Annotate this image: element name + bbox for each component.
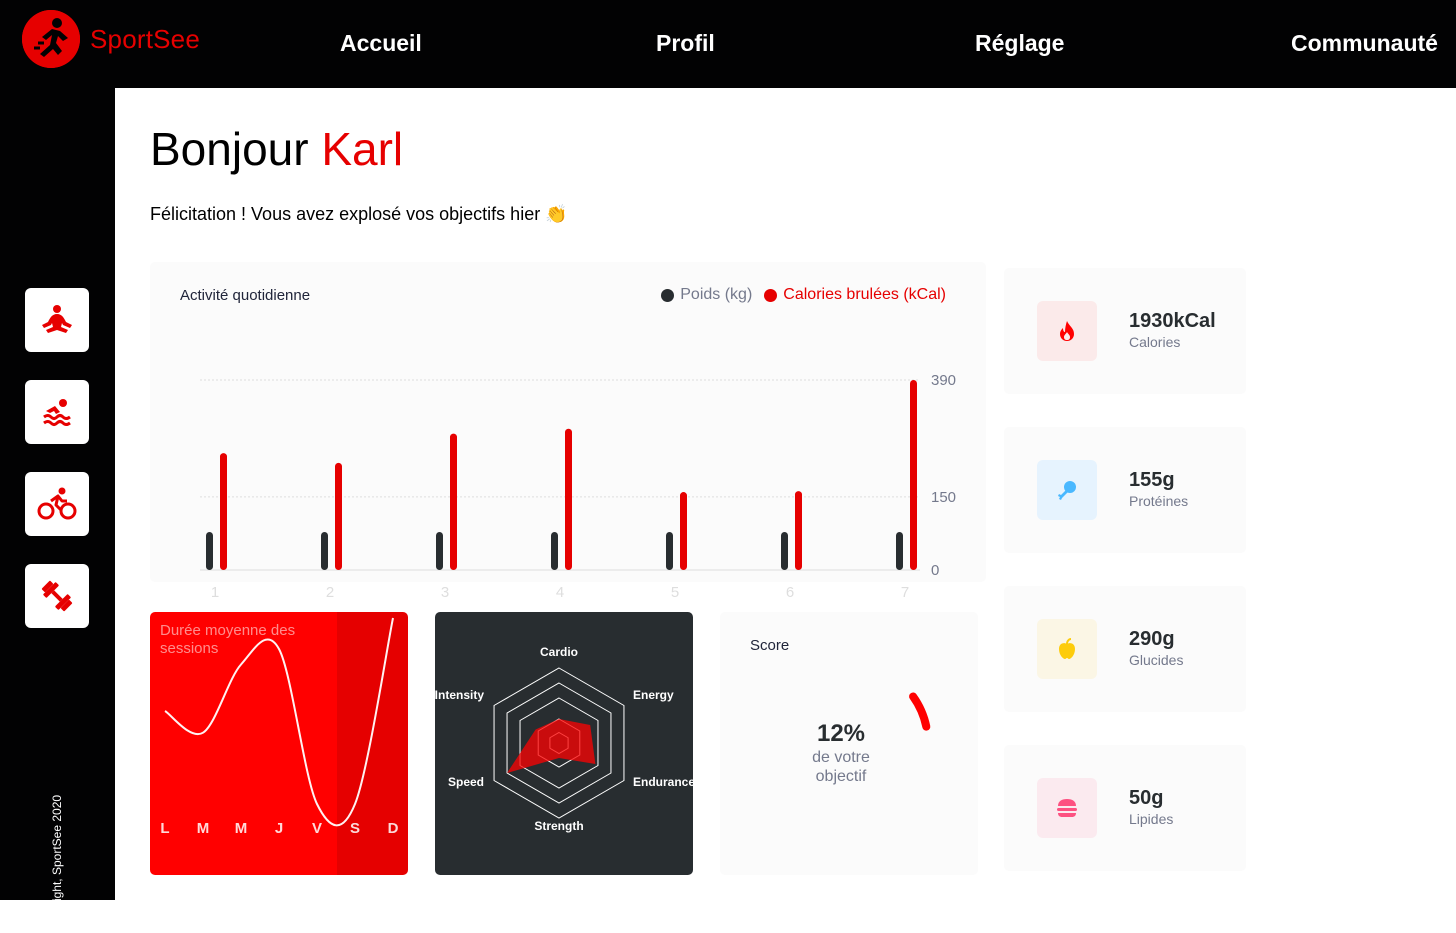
kpi-proteins-value: 155g [1129, 469, 1175, 491]
score-chart: Score 12% de votre objectif [720, 612, 978, 875]
yoga-icon [42, 305, 72, 333]
x-tick-label: 2 [326, 584, 334, 601]
kpi-calories-value: 1930kCal [1129, 310, 1216, 332]
radar-axis-label: Strength [534, 819, 583, 833]
brand-name: SportSee [90, 23, 201, 54]
day-label: J [275, 820, 283, 837]
calories-bar [910, 380, 917, 570]
dumbbell-button[interactable] [25, 564, 89, 628]
y-tick-label: 390 [931, 372, 956, 389]
calories-bar [565, 428, 572, 570]
day-label: S [350, 820, 360, 837]
score-value: 12% de votre objectif [719, 720, 977, 786]
kpi-lipids-label: Lipides [1129, 811, 1174, 827]
day-label: L [160, 820, 169, 837]
kpi-calories-label: Calories [1129, 334, 1181, 350]
radar-axis-label: Intensity [435, 688, 484, 702]
calories-bar [795, 491, 802, 570]
nav-profil[interactable]: Profil [656, 30, 715, 57]
kpi-carbs: 290g Glucides [1004, 586, 1246, 712]
activity-bars-svg: 0 150 390 1 2 3 4 5 6 7 [200, 372, 956, 601]
congrats-message: Félicitation ! Vous avez explosé vos obj… [150, 204, 568, 224]
y-tick-label: 0 [931, 562, 939, 579]
dumbbell-icon [41, 580, 73, 612]
y-tick-label: 150 [931, 489, 956, 506]
weight-bar [666, 532, 673, 570]
chicken-icon [1037, 460, 1097, 520]
calories-bar [450, 433, 457, 570]
kpi-lipids-value: 50g [1129, 787, 1164, 809]
kpi-proteins: 155g Protéines [1004, 427, 1246, 553]
average-sessions-chart: Durée moyenne des sessions LMMJVSD [150, 612, 408, 875]
radar-axis-label: Energy [633, 688, 674, 702]
weight-bar [896, 532, 903, 570]
copyright-text: Copyright, SportSee 2020 [50, 794, 64, 933]
user-first-name: Karl [321, 123, 404, 175]
day-label: V [312, 820, 322, 837]
x-tick-label: 3 [441, 584, 449, 601]
kpi-carbs-value: 290g [1129, 628, 1175, 650]
nav-communaute[interactable]: Communauté [1291, 30, 1438, 57]
radar-axis-label: Cardio [540, 645, 578, 659]
calories-bar [220, 453, 227, 570]
swimming-button[interactable] [25, 380, 89, 444]
calories-bar [335, 462, 342, 570]
calories-bar [680, 492, 687, 570]
swimming-icon [43, 399, 71, 426]
sportsee-logo[interactable]: SportSee [22, 10, 200, 68]
day-label: M [235, 820, 248, 837]
weight-bar [551, 532, 558, 570]
weight-bar [321, 532, 328, 570]
radar-axis-label: Speed [448, 775, 484, 789]
x-tick-label: 5 [671, 584, 679, 601]
day-label: M [197, 820, 210, 837]
x-tick-label: 7 [901, 584, 909, 601]
apple-icon [1037, 619, 1097, 679]
weight-bar [206, 532, 213, 570]
greeting-hello: Bonjour [150, 123, 309, 175]
cycling-icon [37, 487, 77, 520]
score-percent: 12% [816, 720, 866, 747]
kpi-calories: 1930kCal Calories [1004, 268, 1246, 394]
score-caption-line1: de votre [812, 749, 870, 766]
top-navbar: SportSee Accueil Profil Réglage Communau… [0, 0, 1456, 88]
sidebar: Copyright, SportSee 2020 [0, 88, 115, 933]
x-tick-label: 1 [211, 584, 219, 601]
runner-logo-icon [22, 10, 80, 68]
nav-accueil[interactable]: Accueil [340, 30, 422, 57]
x-tick-label: 6 [786, 584, 794, 601]
radar-axis-label: Endurance [633, 775, 693, 789]
kpi-carbs-label: Glucides [1129, 652, 1184, 668]
page-title: Bonjour Karl [150, 122, 403, 176]
cycling-button[interactable] [25, 472, 89, 536]
weight-bar [781, 532, 788, 570]
score-caption-line2: objectif [815, 768, 867, 785]
radar-svg: Cardio Energy Endurance Strength Speed Intens… [435, 645, 696, 833]
kpi-lipids: 50g Lipides [1004, 745, 1246, 871]
kpi-proteins-label: Protéines [1129, 493, 1189, 509]
x-tick-label: 4 [556, 584, 564, 601]
yoga-button[interactable] [25, 288, 89, 352]
sessions-line-svg: LMMJVSD [160, 617, 399, 837]
performance-radar-chart: Cardio Energy Endurance Strength Speed Intens… [435, 612, 696, 875]
nav-reglage[interactable]: Réglage [975, 30, 1064, 57]
burger-icon [1037, 778, 1097, 838]
weight-bar [436, 532, 443, 570]
flame-icon [1037, 301, 1097, 361]
daily-activity-chart: Activité quotidienne Poids (kg) Calories… [150, 262, 986, 601]
sessions-line [164, 617, 394, 827]
day-label: D [388, 820, 399, 837]
